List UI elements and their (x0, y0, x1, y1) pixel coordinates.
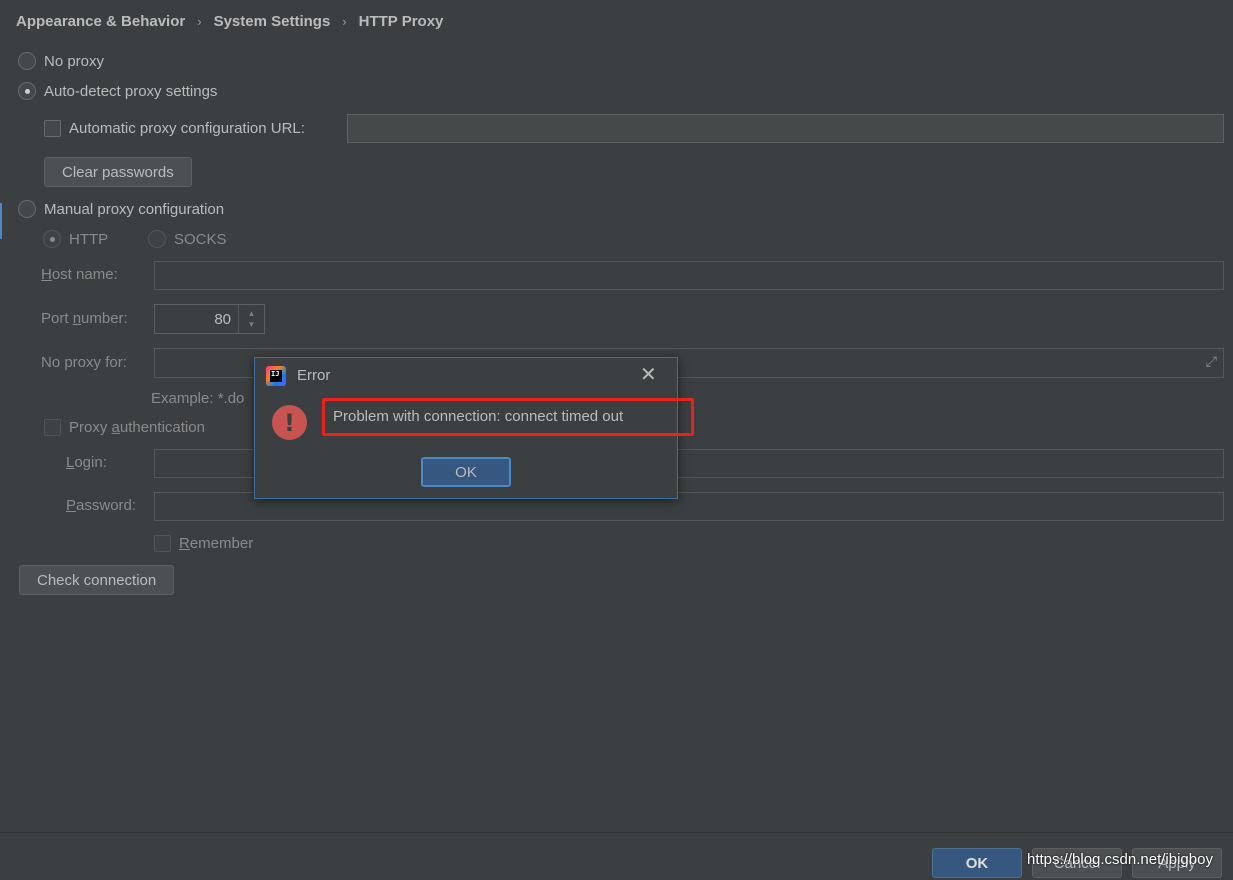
no-proxy-for-label: No proxy for: (41, 354, 127, 371)
intellij-app-icon: IJ (266, 366, 286, 386)
check-connection-button[interactable]: Check connection (19, 565, 175, 595)
stepper-arrows[interactable]: ▲ ▼ (238, 305, 264, 333)
expand-icon[interactable]: ⤢ (1206, 353, 1217, 370)
socks-option[interactable]: SOCKS (148, 230, 227, 248)
no-proxy-label: No proxy (44, 52, 105, 70)
error-icon: ! (272, 405, 307, 440)
watermark: https://blog.csdn.net/ibigboy (1027, 851, 1213, 868)
pac-url-label: Automatic proxy configuration URL: (69, 120, 305, 137)
port-number-label: Port number: (41, 310, 128, 327)
dialog-title: Error (297, 367, 331, 384)
port-number-stepper[interactable]: 80 ▲ ▼ (154, 304, 265, 334)
chevron-down-icon[interactable]: ▼ (248, 320, 256, 329)
chevron-right-icon: › (197, 14, 202, 29)
socks-radio[interactable] (148, 230, 166, 248)
manual-proxy-option[interactable]: Manual proxy configuration (18, 200, 224, 218)
host-name-input[interactable] (154, 261, 1224, 290)
http-label: HTTP (69, 230, 109, 248)
error-message: Problem with connection: connect timed o… (333, 408, 624, 425)
close-icon[interactable]: ✕ (640, 363, 657, 387)
chevron-right-icon: › (342, 14, 347, 29)
no-proxy-option[interactable]: No proxy (18, 52, 104, 70)
port-number-value[interactable]: 80 (155, 311, 238, 328)
remember-option[interactable]: Remember (154, 535, 253, 552)
breadcrumb-item-http-proxy: HTTP Proxy (358, 13, 444, 30)
breadcrumb-item-system-settings[interactable]: System Settings (214, 13, 331, 30)
manual-proxy-radio[interactable] (18, 200, 36, 218)
proxy-auth-option[interactable]: Proxy authentication (44, 419, 205, 436)
remember-label: Remember (179, 535, 254, 552)
remember-checkbox[interactable] (154, 535, 171, 552)
login-label: Login: (66, 454, 107, 471)
footer-ok-button[interactable]: OK (932, 848, 1022, 878)
auto-detect-label: Auto-detect proxy settings (44, 82, 218, 100)
host-name-label: Host name: (41, 266, 118, 283)
http-option[interactable]: HTTP (43, 230, 108, 248)
breadcrumb: Appearance & Behavior › System Settings … (16, 13, 443, 30)
no-proxy-radio[interactable] (18, 52, 36, 70)
error-dialog: IJ Error ✕ ! Problem with connection: co… (254, 357, 694, 499)
password-label: Password: (66, 497, 137, 514)
focus-indicator (0, 203, 2, 239)
pac-url-checkbox[interactable] (44, 120, 61, 137)
breadcrumb-item-appearance[interactable]: Appearance & Behavior (16, 13, 185, 30)
dialog-ok-button[interactable]: OK (421, 457, 511, 487)
proxy-auth-checkbox[interactable] (44, 419, 61, 436)
socks-label: SOCKS (174, 230, 227, 248)
pac-url-option[interactable]: Automatic proxy configuration URL: (44, 120, 305, 137)
auto-detect-option[interactable]: Auto-detect proxy settings (18, 82, 217, 100)
manual-proxy-label: Manual proxy configuration (44, 200, 225, 218)
proxy-auth-label: Proxy authentication (69, 419, 205, 436)
pac-url-input[interactable] (347, 114, 1224, 143)
auto-detect-radio[interactable] (18, 82, 36, 100)
chevron-up-icon[interactable]: ▲ (248, 309, 256, 318)
http-radio[interactable] (43, 230, 61, 248)
clear-passwords-button[interactable]: Clear passwords (44, 157, 192, 187)
example-hint: Example: *.do (151, 390, 245, 407)
